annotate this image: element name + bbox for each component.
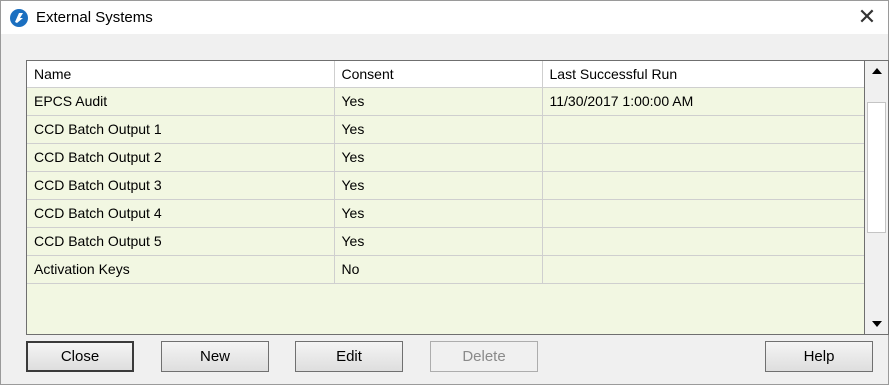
table-row[interactable]: CCD Batch Output 3 Yes bbox=[27, 171, 865, 200]
table-header-row: Name Consent Last Successful Run bbox=[27, 61, 865, 88]
table-row[interactable]: CCD Batch Output 5 Yes bbox=[27, 227, 865, 256]
close-window-icon[interactable]: ✕ bbox=[852, 3, 882, 31]
cell-last-run bbox=[542, 171, 865, 200]
scroll-up-button[interactable] bbox=[865, 61, 888, 81]
column-header-name[interactable]: Name bbox=[27, 61, 335, 88]
cell-consent: Yes bbox=[334, 199, 543, 228]
cell-consent: Yes bbox=[334, 87, 543, 116]
cell-name: CCD Batch Output 2 bbox=[27, 143, 335, 172]
arrow-up-icon bbox=[871, 68, 882, 74]
cell-last-run: 11/30/2017 1:00:00 AM bbox=[542, 87, 865, 116]
title-bar[interactable]: External Systems ✕ bbox=[1, 1, 888, 34]
cell-name: EPCS Audit bbox=[27, 87, 335, 116]
cell-name: CCD Batch Output 3 bbox=[27, 171, 335, 200]
cell-consent: Yes bbox=[334, 171, 543, 200]
cell-name: Activation Keys bbox=[27, 255, 335, 284]
column-header-consent[interactable]: Consent bbox=[334, 61, 543, 88]
scroll-down-button[interactable] bbox=[865, 314, 888, 334]
help-button[interactable]: Help bbox=[765, 341, 873, 372]
scrollbar-thumb[interactable] bbox=[867, 102, 886, 233]
cell-consent: No bbox=[334, 255, 543, 284]
external-systems-grid[interactable]: Name Consent Last Successful Run EPCS Au… bbox=[26, 60, 865, 335]
table-row[interactable]: CCD Batch Output 2 Yes bbox=[27, 143, 865, 172]
cell-name: CCD Batch Output 5 bbox=[27, 227, 335, 256]
vertical-scrollbar[interactable] bbox=[864, 60, 889, 335]
window-title: External Systems bbox=[36, 9, 153, 26]
scrollbar-track[interactable] bbox=[865, 81, 888, 314]
table-row[interactable]: Activation Keys No bbox=[27, 255, 865, 284]
systems-table: Name Consent Last Successful Run EPCS Au… bbox=[27, 61, 865, 284]
close-button[interactable]: Close bbox=[26, 341, 134, 372]
cell-last-run bbox=[542, 255, 865, 284]
column-header-last-run[interactable]: Last Successful Run bbox=[542, 61, 865, 88]
new-button[interactable]: New bbox=[161, 341, 269, 372]
cell-consent: Yes bbox=[334, 227, 543, 256]
edit-button[interactable]: Edit bbox=[295, 341, 403, 372]
cell-last-run bbox=[542, 227, 865, 256]
cell-last-run bbox=[542, 143, 865, 172]
table-row[interactable]: CCD Batch Output 4 Yes bbox=[27, 199, 865, 228]
arrow-down-icon bbox=[871, 321, 882, 327]
cell-consent: Yes bbox=[334, 143, 543, 172]
cell-last-run bbox=[542, 199, 865, 228]
cell-consent: Yes bbox=[334, 115, 543, 144]
table-row[interactable]: EPCS Audit Yes 11/30/2017 1:00:00 AM bbox=[27, 87, 865, 116]
cell-last-run bbox=[542, 115, 865, 144]
delete-button[interactable]: Delete bbox=[430, 341, 538, 372]
cell-name: CCD Batch Output 1 bbox=[27, 115, 335, 144]
app-logo-icon bbox=[10, 9, 28, 27]
table-row[interactable]: CCD Batch Output 1 Yes bbox=[27, 115, 865, 144]
cell-name: CCD Batch Output 4 bbox=[27, 199, 335, 228]
